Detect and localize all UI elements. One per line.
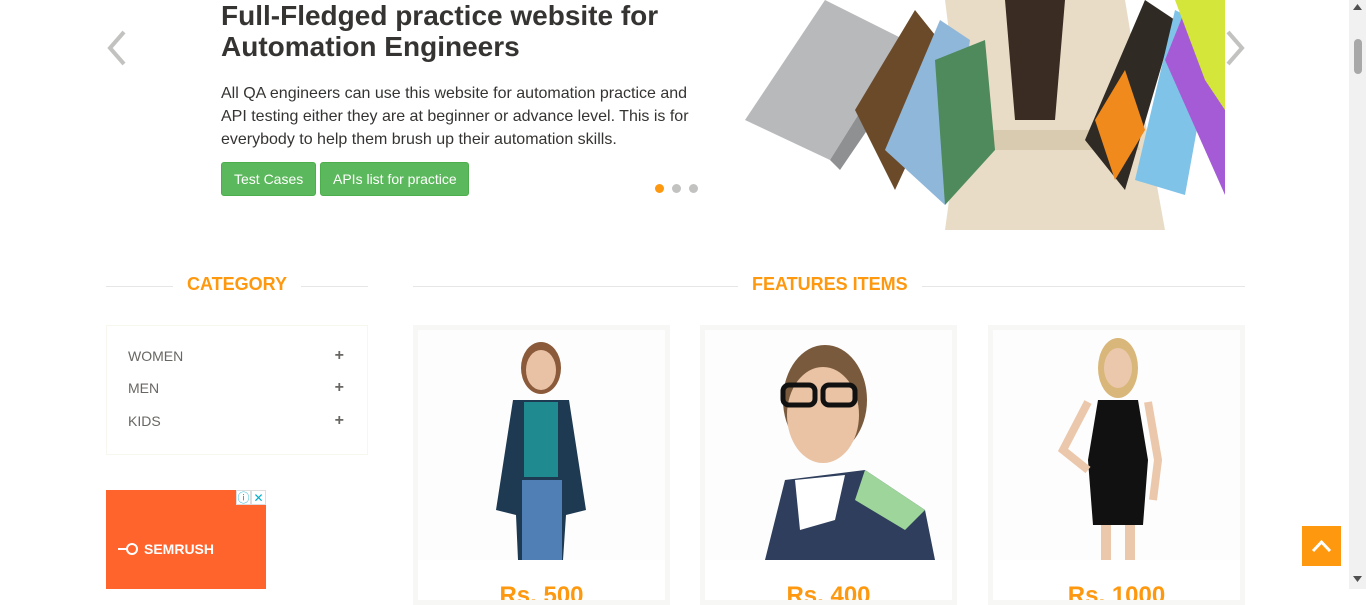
scrollbar-thumb[interactable] bbox=[1354, 39, 1362, 74]
slider-dot-2[interactable] bbox=[672, 184, 681, 193]
product-image-3[interactable] bbox=[993, 330, 1240, 560]
semrush-ad[interactable]: ⓘ ✕ SEMRUSH bbox=[106, 490, 266, 589]
slider-prev-icon[interactable] bbox=[104, 28, 130, 77]
plus-icon[interactable]: + bbox=[335, 412, 344, 430]
semrush-logo: SEMRUSH bbox=[118, 541, 214, 557]
slider-indicators bbox=[655, 184, 698, 193]
product-card-2: Rs. 400 bbox=[700, 325, 957, 605]
ad-brand: SEMRUSH bbox=[144, 541, 215, 557]
scroll-to-top-button[interactable] bbox=[1302, 526, 1341, 566]
scroll-up-arrow-icon[interactable] bbox=[1353, 4, 1362, 10]
test-cases-button[interactable]: Test Cases bbox=[221, 162, 316, 196]
plus-icon[interactable]: + bbox=[335, 347, 344, 365]
slider-next-icon[interactable] bbox=[1222, 28, 1248, 77]
plus-icon[interactable]: + bbox=[335, 379, 344, 397]
category-label: KIDS bbox=[128, 413, 161, 429]
slider-title: Full-Fledged practice website for Automa… bbox=[221, 0, 659, 62]
page-scrollbar[interactable] bbox=[1349, 0, 1366, 589]
product-image-2[interactable] bbox=[705, 330, 952, 560]
category-women[interactable]: WOMEN + bbox=[128, 346, 344, 366]
slider-dot-3[interactable] bbox=[689, 184, 698, 193]
ad-close-icon[interactable]: ✕ bbox=[251, 490, 266, 505]
product-price-3: Rs. 1000 bbox=[1067, 582, 1166, 605]
slider-image bbox=[745, 0, 1225, 230]
semrush-flame-icon bbox=[118, 543, 138, 555]
category-title: CATEGORY bbox=[173, 274, 302, 295]
product-card-3: Rs. 1000 bbox=[988, 325, 1245, 605]
product-image-1[interactable] bbox=[418, 330, 665, 560]
ad-info-icon[interactable]: ⓘ bbox=[236, 490, 251, 505]
scroll-down-arrow-icon[interactable] bbox=[1353, 576, 1362, 582]
chevron-up-icon bbox=[1311, 539, 1332, 553]
product-price-1: Rs. 500 bbox=[499, 582, 584, 605]
product-price-2: Rs. 400 bbox=[786, 582, 871, 605]
category-label: WOMEN bbox=[128, 348, 184, 364]
slider-dot-1[interactable] bbox=[655, 184, 664, 193]
slider-description: All QA engineers can use this website fo… bbox=[221, 85, 689, 148]
ad-badges: ⓘ ✕ bbox=[236, 490, 266, 505]
category-men[interactable]: MEN + bbox=[128, 378, 344, 398]
category-label: MEN bbox=[128, 380, 160, 396]
product-card-1: Rs. 500 bbox=[413, 325, 670, 605]
apis-list-button[interactable]: APIs list for practice bbox=[320, 162, 469, 196]
category-kids[interactable]: KIDS + bbox=[128, 411, 344, 431]
features-title: FEATURES ITEMS bbox=[738, 274, 922, 295]
category-panel: WOMEN + MEN + KIDS + bbox=[106, 325, 368, 455]
